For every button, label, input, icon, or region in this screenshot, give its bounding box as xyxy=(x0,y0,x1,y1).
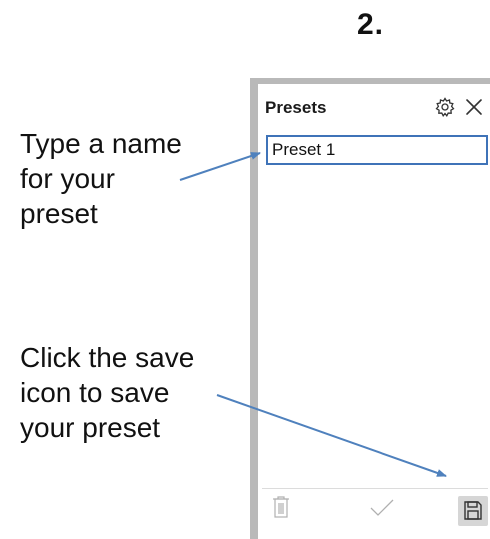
presets-panel-body: Presets xyxy=(258,84,490,539)
gear-icon[interactable] xyxy=(434,96,456,118)
callout-click-save: Click the save icon to save your preset xyxy=(20,342,195,443)
callout-type-name: Type a name for your preset xyxy=(20,128,182,229)
arrow-to-name-input xyxy=(179,152,261,181)
footer-divider xyxy=(262,488,488,489)
checkmark-icon xyxy=(370,499,394,516)
tutorial-step: 2. Type a name for your preset Click the… xyxy=(0,0,490,539)
close-icon[interactable] xyxy=(463,96,485,118)
confirm-button[interactable] xyxy=(368,494,396,528)
save-icon xyxy=(464,501,482,520)
preset-name-input[interactable] xyxy=(266,135,488,165)
presets-panel: Presets xyxy=(250,78,490,539)
step-number: 2. xyxy=(357,8,385,41)
panel-title: Presets xyxy=(265,98,327,117)
trash-icon xyxy=(273,496,289,518)
delete-button[interactable] xyxy=(271,494,299,528)
save-button[interactable] xyxy=(458,496,488,526)
